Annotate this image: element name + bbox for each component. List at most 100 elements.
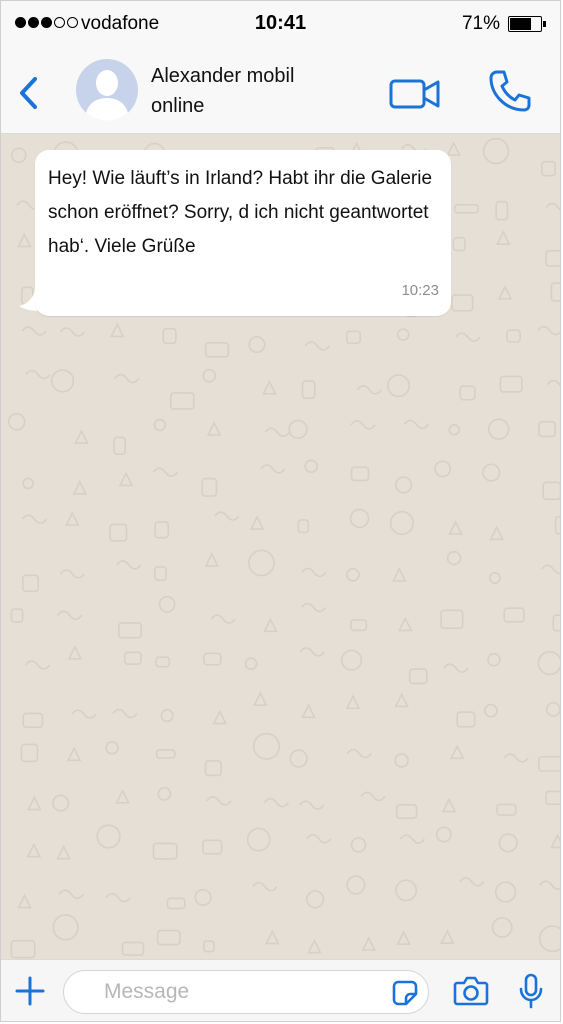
- wallpaper-doodle: [554, 515, 560, 535]
- plus-icon: [15, 976, 45, 1006]
- wallpaper-doodle: [443, 663, 469, 673]
- wallpaper-doodle: [105, 741, 119, 755]
- wallpaper-doodle: [446, 141, 461, 156]
- wallpaper-doodle: [115, 789, 130, 804]
- wallpaper-doodle: [456, 711, 476, 728]
- attach-button[interactable]: [15, 976, 45, 1006]
- wallpaper-doodle: [72, 480, 88, 495]
- wallpaper-doodle: [538, 925, 560, 953]
- wallpaper-doodle: [59, 569, 86, 579]
- wallpaper-doodle: [497, 285, 513, 300]
- chevron-left-icon: [20, 77, 37, 109]
- wallpaper-doodle: [252, 881, 278, 892]
- wallpaper-doodle: [545, 701, 560, 717]
- back-button[interactable]: [15, 73, 43, 113]
- wallpaper-doodle: [20, 743, 39, 763]
- wallpaper-doodle: [434, 460, 452, 478]
- wallpaper-doodle: [498, 833, 518, 853]
- wallpaper-doodle: [297, 519, 310, 534]
- wallpaper-doodle: [304, 341, 330, 351]
- wallpaper-doodle: [26, 842, 42, 858]
- wallpaper-doodle: [74, 429, 89, 444]
- wallpaper-doodle: [160, 709, 174, 723]
- wallpaper-doodle: [263, 797, 290, 808]
- wallpaper-doodle: [459, 385, 476, 401]
- wallpaper-doodle: [252, 732, 281, 760]
- wallpaper-doodle: [545, 249, 560, 267]
- video-call-button[interactable]: [389, 79, 441, 109]
- wallpaper-doodle: [22, 712, 44, 728]
- wallpaper-doodle: [540, 564, 560, 575]
- wallpaper-doodle: [360, 791, 386, 802]
- wallpaper-doodle: [455, 332, 481, 342]
- wallpaper-doodle: [350, 619, 368, 632]
- wallpaper-doodle: [387, 374, 410, 398]
- wallpaper-doodle: [214, 511, 240, 521]
- chat-area[interactable]: Hey! Wie läuft’s in Irland? Habt ihr die…: [1, 134, 560, 959]
- message-field[interactable]: [63, 970, 429, 1014]
- voice-call-button[interactable]: [487, 68, 533, 114]
- wallpaper-doodle: [262, 379, 277, 395]
- wallpaper-doodle: [206, 796, 232, 806]
- wallpaper-doodle: [453, 203, 479, 214]
- wallpaper-doodle: [246, 827, 271, 852]
- wallpaper-doodle: [409, 668, 428, 685]
- wallpaper-doodle: [17, 893, 32, 909]
- camera-button[interactable]: [453, 976, 489, 1006]
- message-bubble-incoming[interactable]: Hey! Wie läuft’s in Irland? Habt ihr die…: [35, 150, 451, 316]
- wallpaper-doodle: [301, 380, 316, 400]
- wallpaper-doodle: [345, 694, 361, 710]
- microphone-button[interactable]: [518, 973, 544, 1009]
- contact-name[interactable]: Alexander mobil: [151, 65, 294, 88]
- wallpaper-doodle: [487, 652, 501, 667]
- wallpaper-doodle: [440, 929, 455, 944]
- wallpaper-doodle: [495, 230, 511, 245]
- wallpaper-doodle: [112, 708, 138, 719]
- wallpaper-doodle: [10, 939, 36, 959]
- wallpaper-doodle: [301, 567, 327, 578]
- wallpaper-doodle: [389, 510, 414, 536]
- wallpaper-doodle: [484, 703, 498, 718]
- wallpaper-doodle: [56, 844, 71, 860]
- battery-percent: 71%: [461, 13, 500, 34]
- wallpaper-doodle: [25, 369, 51, 380]
- wallpaper-doodle: [496, 803, 517, 816]
- wallpaper-doodle: [495, 200, 509, 221]
- wallpaper-doodle: [552, 614, 560, 632]
- wallpaper-doodle: [162, 327, 177, 345]
- wallpaper-doodle: [305, 890, 325, 909]
- wallpaper-doodle: [263, 617, 278, 633]
- sticker-button[interactable]: [392, 980, 418, 1006]
- wallpaper-doodle: [7, 412, 26, 431]
- wallpaper-doodle: [403, 419, 430, 430]
- wallpaper-doodle: [288, 419, 308, 439]
- wallpaper-doodle: [22, 574, 39, 593]
- phone-icon: [489, 70, 531, 112]
- wallpaper-doodle: [204, 552, 220, 567]
- message-input[interactable]: [104, 977, 384, 1007]
- wallpaper-doodle: [487, 418, 510, 440]
- wallpaper-doodle: [116, 560, 142, 570]
- contact-status: online: [151, 95, 205, 117]
- wallpaper-doodle: [210, 614, 236, 624]
- wallpaper-doodle: [289, 749, 308, 768]
- wallpaper-doodle: [58, 889, 84, 899]
- wallpaper-doodle: [546, 379, 560, 387]
- wallpaper-doodle: [299, 800, 325, 810]
- wallpaper-doodle: [394, 753, 409, 768]
- wallpaper-doodle: [249, 515, 265, 530]
- wallpaper-doodle: [124, 651, 142, 665]
- wallpaper-doodle: [194, 888, 212, 907]
- wallpaper-doodle: [537, 650, 560, 676]
- wallpaper-doodle: [482, 137, 510, 165]
- wallpaper-doodle: [248, 549, 275, 577]
- wallpaper-doodle: [66, 746, 82, 762]
- wallpaper-doodle: [203, 652, 222, 666]
- wallpaper-doodle: [155, 656, 171, 668]
- wallpaper-doodle: [17, 232, 32, 248]
- wallpaper-doodle: [121, 941, 145, 956]
- wallpaper-doodle: [212, 709, 228, 725]
- avatar[interactable]: [76, 59, 138, 121]
- wallpaper-doodle: [397, 616, 413, 632]
- wallpaper-doodle: [306, 834, 332, 844]
